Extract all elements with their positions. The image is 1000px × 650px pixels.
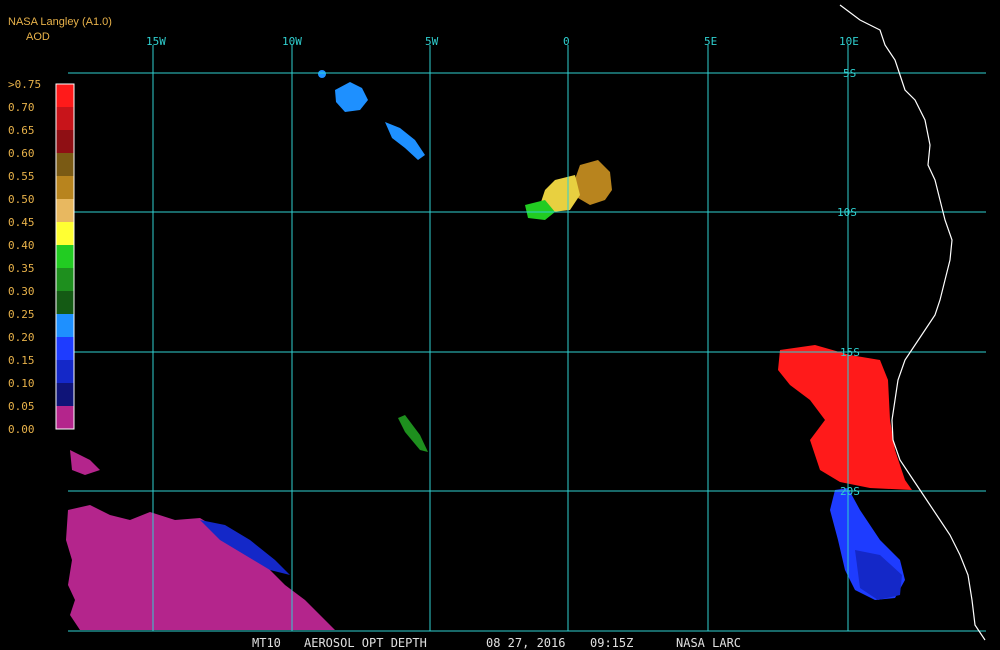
- footer-credit: NASA LARC: [676, 636, 741, 650]
- lat-label: 20S: [840, 485, 860, 498]
- legend-swatch: [56, 360, 74, 383]
- lon-label: 5E: [704, 35, 717, 48]
- plume-light-blue-north-2: [385, 122, 425, 160]
- legend-label: 0.50: [8, 193, 35, 206]
- aerosol-plumes: [66, 70, 912, 630]
- lat-label: 10S: [837, 206, 857, 219]
- legend-swatch: [56, 314, 74, 337]
- legend-label: 0.55: [8, 170, 35, 183]
- plume-green-strip: [398, 415, 428, 452]
- legend-label: 0.35: [8, 262, 35, 275]
- footer: MT10 AEROSOL OPT DEPTH 08 27, 2016 09:15…: [252, 636, 741, 650]
- lon-label: 10E: [839, 35, 859, 48]
- lon-label: 5W: [425, 35, 439, 48]
- legend-labels: >0.75 0.70 0.65 0.60 0.55 0.50 0.45 0.40 0.35 0.3…: [8, 78, 41, 436]
- footer-date: 08 27, 2016: [486, 636, 565, 650]
- longitude-labels: 15W 10W 5W 0 5E 10E: [146, 35, 859, 48]
- legend-label: 0.30: [8, 285, 35, 298]
- legend-label: 0.10: [8, 377, 35, 390]
- footer-satellite: MT10: [252, 636, 281, 650]
- header-subtitle: AOD: [26, 31, 50, 43]
- legend-label: 0.70: [8, 101, 35, 114]
- lon-label: 10W: [282, 35, 302, 48]
- plume-light-blue-north: [335, 82, 368, 112]
- plume-light-blue-dot: [318, 70, 326, 78]
- plume-low-aod-southwest: [66, 505, 335, 630]
- legend-label: 0.05: [8, 400, 35, 413]
- legend-label: 0.65: [8, 124, 35, 137]
- legend-swatch: [56, 406, 74, 429]
- legend-swatch: [56, 291, 74, 314]
- legend-swatch: [56, 268, 74, 291]
- legend-label: 0.00: [8, 423, 35, 436]
- legend-swatch: [56, 245, 74, 268]
- legend-label: 0.60: [8, 147, 35, 160]
- lon-label: 0: [563, 35, 570, 48]
- legend-label: 0.25: [8, 308, 35, 321]
- legend-label: 0.20: [8, 331, 35, 344]
- plume-low-aod-southwest-2: [70, 450, 100, 475]
- legend-label: 0.45: [8, 216, 35, 229]
- legend-swatch: [56, 107, 74, 130]
- legend-color-bar: [55, 83, 75, 430]
- footer-product: AEROSOL OPT DEPTH: [304, 636, 427, 650]
- lat-label: 5S: [843, 67, 856, 80]
- header-title: NASA Langley (A1.0): [8, 16, 112, 28]
- aod-map: 15W 10W 5W 0 5E 10E 5S 10S 15S 20S >0.75…: [8, 4, 986, 650]
- legend-swatch: [56, 337, 74, 360]
- legend-label: >0.75: [8, 78, 41, 91]
- lat-label: 15S: [840, 346, 860, 359]
- legend-swatch: [56, 130, 74, 153]
- lon-label: 15W: [146, 35, 166, 48]
- legend-swatch: [56, 153, 74, 176]
- plume-gold-center: [574, 160, 612, 205]
- footer-time: 09:15Z: [590, 636, 633, 650]
- legend-swatch: [56, 84, 74, 107]
- legend-swatch: [56, 199, 74, 222]
- legend-label: 0.40: [8, 239, 35, 252]
- legend-swatch: [56, 383, 74, 406]
- legend-swatch: [56, 176, 74, 199]
- legend-swatch: [56, 222, 74, 245]
- legend-label: 0.15: [8, 354, 35, 367]
